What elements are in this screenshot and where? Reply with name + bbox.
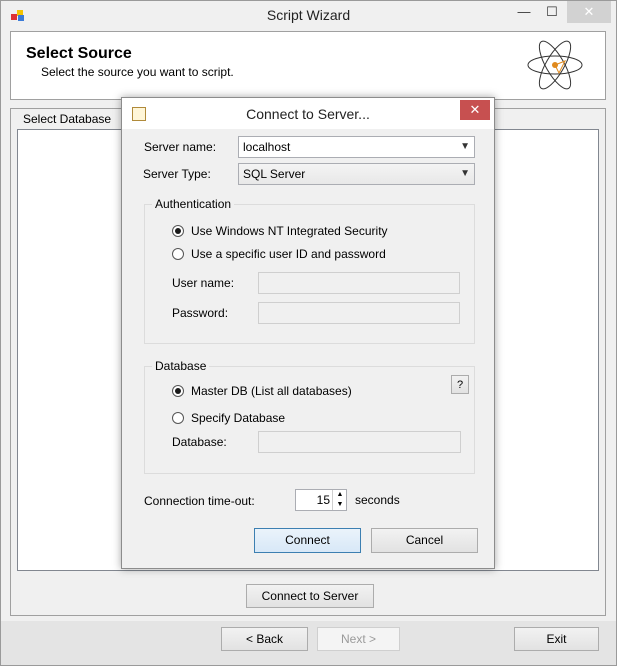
master-db-label[interactable]: Master DB (List all databases) xyxy=(191,384,352,398)
chevron-down-icon[interactable]: ▼ xyxy=(460,137,470,157)
page-subtitle: Select the source you want to script. xyxy=(41,65,234,79)
close-button[interactable]: ✕ xyxy=(567,1,611,23)
next-button: Next > xyxy=(317,627,400,651)
dialog-title: Connect to Server... xyxy=(246,106,370,122)
server-name-combo[interactable]: localhost ▼ xyxy=(238,136,475,158)
server-name-value: localhost xyxy=(243,140,291,154)
connect-button[interactable]: Connect xyxy=(254,528,361,553)
server-name-label: Server name: xyxy=(144,140,217,154)
specific-auth-radio[interactable] xyxy=(172,248,184,260)
maximize-button[interactable]: ☐ xyxy=(539,1,565,23)
database-group-label: Database xyxy=(152,359,210,373)
database-group: Database ? Master DB (List all databases… xyxy=(144,359,475,474)
username-label: User name: xyxy=(172,276,235,290)
page-title: Select Source xyxy=(26,45,132,62)
authentication-label: Authentication xyxy=(152,197,235,211)
header-panel: Select Source Select the source you want… xyxy=(10,31,606,100)
specific-auth-label[interactable]: Use a specific user ID and password xyxy=(191,247,386,261)
timeout-label: Connection time-out: xyxy=(144,494,255,508)
cancel-button[interactable]: Cancel xyxy=(371,528,478,553)
windows-auth-label[interactable]: Use Windows NT Integrated Security xyxy=(191,224,388,238)
windows-auth-radio[interactable] xyxy=(172,225,184,237)
chevron-down-icon[interactable]: ▼ xyxy=(460,164,470,184)
select-database-label: Select Database xyxy=(20,112,115,126)
server-type-label: Server Type: xyxy=(143,167,211,181)
spin-up-icon[interactable]: ▲ xyxy=(333,490,347,500)
server-type-value: SQL Server xyxy=(243,167,306,181)
database-name-field xyxy=(258,431,461,453)
timeout-unit: seconds xyxy=(355,493,400,507)
minimize-button[interactable]: — xyxy=(511,1,537,23)
connect-to-server-dialog: Connect to Server... ✕ Server name: loca… xyxy=(121,97,495,569)
connect-to-server-button[interactable]: Connect to Server xyxy=(246,584,374,608)
atom-logo-icon xyxy=(527,40,583,90)
wizard-footer: < Back Next > Exit xyxy=(1,621,616,665)
password-field xyxy=(258,302,460,324)
database-name-label: Database: xyxy=(172,435,227,449)
timeout-value[interactable]: 15 xyxy=(296,490,330,510)
dialog-close-button[interactable]: ✕ xyxy=(460,100,490,120)
help-button[interactable]: ? xyxy=(451,375,469,394)
specify-db-radio[interactable] xyxy=(172,412,184,424)
authentication-group: Authentication Use Windows NT Integrated… xyxy=(144,197,475,344)
timeout-stepper[interactable]: 15 ▲ ▼ xyxy=(295,489,347,511)
password-label: Password: xyxy=(172,306,229,320)
back-button[interactable]: < Back xyxy=(221,627,308,651)
specify-db-label[interactable]: Specify Database xyxy=(191,411,285,425)
dialog-title-bar: Connect to Server... ✕ xyxy=(122,98,494,129)
master-db-radio[interactable] xyxy=(172,385,184,397)
spin-down-icon[interactable]: ▼ xyxy=(333,500,347,510)
username-field xyxy=(258,272,460,294)
title-bar: Script Wizard — ☐ ✕ xyxy=(1,1,616,31)
server-type-select[interactable]: SQL Server ▼ xyxy=(238,163,475,185)
timeout-spinner[interactable]: ▲ ▼ xyxy=(332,490,346,510)
exit-button[interactable]: Exit xyxy=(514,627,599,651)
